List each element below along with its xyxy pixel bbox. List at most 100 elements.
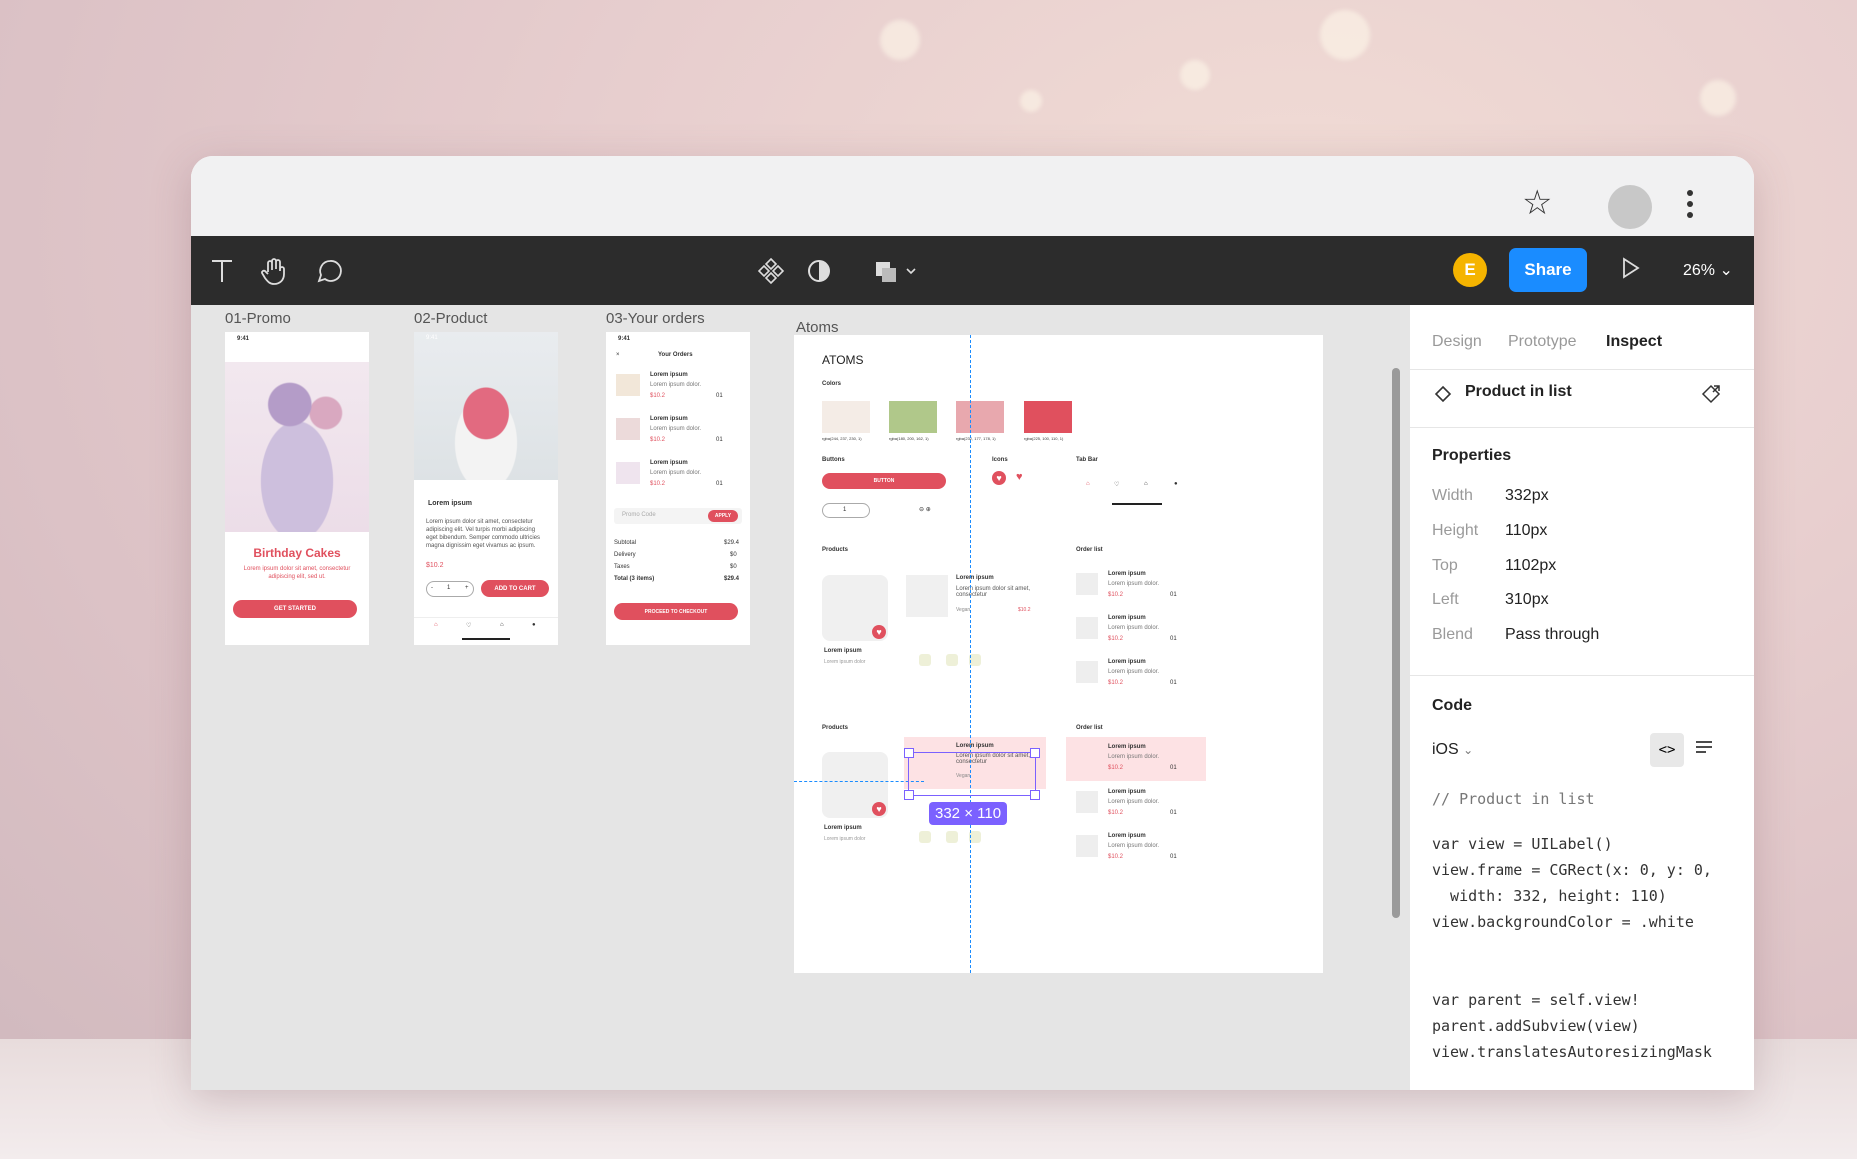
divider — [1410, 427, 1754, 428]
order-name: Lorem ipsum — [650, 460, 688, 466]
heart-icon[interactable]: ♡ — [466, 622, 471, 629]
order-desc: Lorem ipsum dolor. — [1108, 799, 1160, 805]
text-tool-icon[interactable] — [205, 254, 239, 288]
prop-top-value[interactable]: 1102px — [1505, 557, 1556, 575]
heart-filled-icon[interactable]: ♥ — [872, 802, 886, 816]
close-icon[interactable]: × — [616, 352, 620, 358]
prop-blend-value[interactable]: Pass through — [1505, 626, 1599, 644]
go-to-main-component-icon[interactable] — [1700, 383, 1722, 410]
bolt-icon — [946, 654, 958, 666]
resize-handle[interactable] — [904, 748, 914, 758]
resize-handle[interactable] — [904, 790, 914, 800]
mask-icon[interactable] — [802, 254, 836, 288]
frame-label-promo[interactable]: 01-Promo — [225, 310, 291, 327]
add-to-cart-button[interactable]: ADD TO CART — [481, 580, 549, 597]
code-line: width: 332, height: 110) — [1432, 887, 1667, 905]
status-time: 9:41 — [237, 336, 250, 342]
frame-label-atoms[interactable]: Atoms — [796, 319, 839, 336]
checkout-button[interactable]: PROCEED TO CHECKOUT — [614, 603, 738, 620]
star-icon[interactable]: ☆ — [1522, 186, 1552, 220]
present-play-icon[interactable] — [1621, 256, 1641, 285]
zoom-dropdown[interactable]: 26% ⌄ — [1683, 260, 1733, 280]
frame-product[interactable]: 9:41 Lorem ipsum Lorem ipsum dolor sit a… — [414, 332, 558, 645]
tab-prototype[interactable]: Prototype — [1508, 333, 1576, 351]
component-name: Product in list — [1465, 383, 1572, 400]
status-time: 9:41 — [618, 336, 631, 342]
component-icon[interactable] — [754, 254, 788, 288]
promo-code-field[interactable]: Promo Code APPLY — [614, 508, 742, 524]
color-swatch[interactable] — [889, 401, 937, 433]
qty-value: 1 — [843, 507, 847, 513]
resize-handle[interactable] — [1030, 748, 1040, 758]
buttons-label: Buttons — [822, 457, 845, 463]
frame-label-product[interactable]: 02-Product — [414, 310, 487, 327]
share-button[interactable]: Share — [1509, 248, 1587, 292]
design-canvas[interactable]: 01-Promo 9:41 Birthday Cakes Lorem ipsum… — [191, 305, 1409, 1090]
order-thumb — [1076, 573, 1098, 595]
user-icon[interactable]: ● — [532, 622, 536, 628]
kebab-icon[interactable] — [1687, 190, 1695, 223]
order-name: Lorem ipsum — [1108, 571, 1146, 577]
prop-blend-label: Blend — [1432, 626, 1473, 643]
order-qty[interactable]: 01 — [716, 393, 723, 399]
promo-subtitle: Lorem ipsum dolor sit amet, consectetur … — [243, 566, 351, 580]
user-icon: ● — [1174, 481, 1178, 487]
plus-icon[interactable]: + — [465, 585, 469, 591]
order-qty[interactable]: 01 — [1170, 854, 1177, 860]
bag-icon[interactable]: ⌂ — [500, 622, 504, 628]
code-view-icon[interactable]: <> — [1650, 733, 1684, 767]
boolean-icon[interactable] — [871, 254, 921, 288]
selection-box[interactable] — [904, 748, 1040, 800]
order-qty[interactable]: 01 — [1170, 810, 1177, 816]
color-swatch[interactable] — [956, 401, 1004, 433]
order-desc: Lorem ipsum dolor. — [1108, 625, 1160, 631]
tab-design[interactable]: Design — [1432, 333, 1482, 351]
order-qty[interactable]: 01 — [716, 437, 723, 443]
frame-label-orders[interactable]: 03-Your orders — [606, 310, 705, 327]
minus-icon[interactable]: - — [431, 585, 433, 591]
heart-icon: ♥ — [1016, 471, 1023, 483]
tab-inspect[interactable]: Inspect — [1606, 333, 1662, 351]
product-price: $10.2 — [426, 562, 444, 569]
comment-tool-icon[interactable] — [313, 254, 347, 288]
resize-handle[interactable] — [1030, 790, 1040, 800]
atom-button[interactable]: BUTTON — [822, 473, 946, 489]
address-bar[interactable] — [191, 172, 1581, 236]
frame-orders[interactable]: 9:41 × Your Orders Lorem ipsum Lorem ips… — [606, 332, 750, 645]
prop-left-value[interactable]: 310px — [1505, 591, 1549, 609]
list-item-name: Lorem ipsum — [956, 575, 994, 581]
order-qty[interactable]: 01 — [1170, 680, 1177, 686]
order-desc: Lorem ipsum dolor. — [1108, 754, 1160, 760]
canvas-scrollbar[interactable] — [1392, 368, 1400, 918]
user-avatar[interactable]: E — [1453, 253, 1487, 287]
heart-filled-icon[interactable]: ♥ — [872, 625, 886, 639]
swatch-caption: rgba(225, 100, 110, 1) — [1024, 436, 1064, 441]
apply-button[interactable]: APPLY — [708, 510, 738, 522]
hand-tool-icon[interactable] — [257, 254, 291, 288]
order-qty[interactable]: 01 — [1170, 636, 1177, 642]
minus-plus-icon[interactable]: ⊖ ⊕ — [919, 506, 931, 513]
profile-avatar[interactable] — [1608, 185, 1652, 229]
summary-value: $29.4 — [724, 576, 740, 582]
order-qty[interactable]: 01 — [1170, 765, 1177, 771]
frame-promo[interactable]: 9:41 Birthday Cakes Lorem ipsum dolor si… — [225, 332, 369, 645]
list-view-icon[interactable] — [1694, 737, 1714, 762]
get-started-button[interactable]: GET STARTED — [233, 600, 357, 618]
leaf-icon — [919, 654, 931, 666]
order-qty[interactable]: 01 — [716, 481, 723, 487]
order-desc: Lorem ipsum dolor. — [1108, 843, 1160, 849]
prop-height-value[interactable]: 110px — [1505, 522, 1547, 540]
order-qty[interactable]: 01 — [1170, 592, 1177, 598]
color-swatch[interactable] — [822, 401, 870, 433]
alignment-guide-horizontal — [794, 781, 924, 782]
home-icon[interactable]: ⌂ — [434, 622, 438, 628]
color-swatch[interactable] — [1024, 401, 1072, 433]
product-title: Lorem ipsum — [428, 500, 472, 507]
quantity-stepper[interactable]: - 1 + — [426, 581, 474, 597]
platform-dropdown[interactable]: iOS ⌄ — [1432, 741, 1473, 759]
atom-quantity-stepper[interactable]: 1 — [822, 503, 870, 518]
frame-atoms[interactable]: ATOMS Colors rgba(244, 237, 230, 1) rgba… — [794, 335, 1323, 973]
prop-width-value[interactable]: 332px — [1505, 487, 1549, 505]
qty-value: 1 — [447, 585, 451, 591]
order-name: Lorem ipsum — [1108, 789, 1146, 795]
